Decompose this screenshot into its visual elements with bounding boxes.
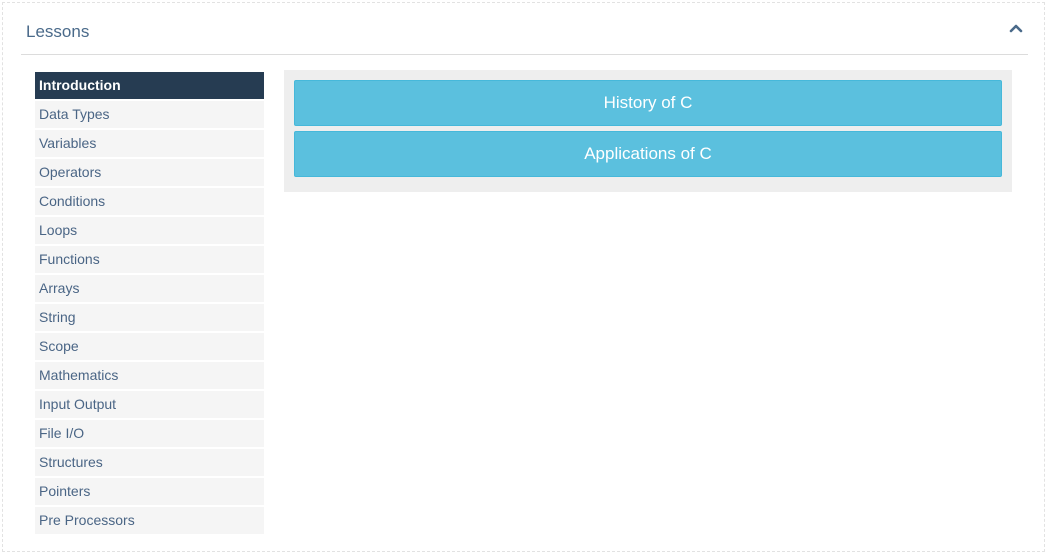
- panel-header: Lessons: [21, 3, 1028, 55]
- panel-title: Lessons: [26, 22, 90, 41]
- topic-list: History of C Applications of C: [284, 70, 1012, 192]
- sidebar-item-conditions[interactable]: Conditions: [35, 188, 264, 215]
- sidebar-item-operators[interactable]: Operators: [35, 159, 264, 186]
- sidebar-item-variables[interactable]: Variables: [35, 130, 264, 157]
- topic-history-of-c-button[interactable]: History of C: [294, 80, 1002, 126]
- sidebar-item-file-io[interactable]: File I/O: [35, 420, 264, 447]
- sidebar-item-functions[interactable]: Functions: [35, 246, 264, 273]
- lesson-sidebar: Introduction Data Types Variables Operat…: [35, 72, 264, 536]
- sidebar-item-loops[interactable]: Loops: [35, 217, 264, 244]
- sidebar-item-input-output[interactable]: Input Output: [35, 391, 264, 418]
- sidebar-item-structures[interactable]: Structures: [35, 449, 264, 476]
- sidebar-item-mathematics[interactable]: Mathematics: [35, 362, 264, 389]
- sidebar-item-arrays[interactable]: Arrays: [35, 275, 264, 302]
- lessons-panel: Lessons Introduction Data Types Variable…: [2, 2, 1045, 552]
- chevron-up-icon[interactable]: [1008, 21, 1024, 33]
- sidebar-item-string[interactable]: String: [35, 304, 264, 331]
- topic-applications-of-c-button[interactable]: Applications of C: [294, 131, 1002, 177]
- sidebar-item-scope[interactable]: Scope: [35, 333, 264, 360]
- sidebar-item-pointers[interactable]: Pointers: [35, 478, 264, 505]
- sidebar-item-pre-processors[interactable]: Pre Processors: [35, 507, 264, 534]
- sidebar-item-data-types[interactable]: Data Types: [35, 101, 264, 128]
- sidebar-item-introduction[interactable]: Introduction: [35, 72, 264, 99]
